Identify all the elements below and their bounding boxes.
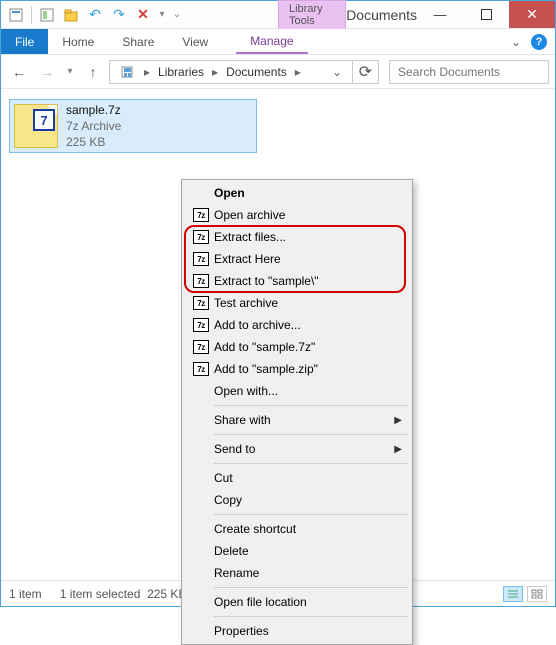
status-item-count: 1 item: [9, 587, 42, 601]
7z-icon: 7z: [193, 274, 209, 288]
file-meta: sample.7z 7z Archive 225 KB: [66, 102, 121, 151]
explorer-window: ↶ ↷ ✕ ▾ ⌄ Library Tools Documents — ✕ Fi…: [0, 0, 556, 607]
refresh-button[interactable]: ⟳: [353, 60, 379, 84]
view-icons-button[interactable]: [527, 586, 547, 602]
menu-open-archive[interactable]: 7zOpen archive: [184, 204, 410, 226]
navigation-bar: ← → ▾ ↑ ▸ Libraries ▸ Documents ▸ ⌄ ⟳ ⌕: [1, 55, 555, 89]
menu-add-to-7z[interactable]: 7zAdd to "sample.7z": [184, 336, 410, 358]
archive-file-icon: 7: [14, 104, 58, 148]
breadcrumb-documents[interactable]: Documents: [220, 65, 293, 79]
7z-icon: 7z: [193, 230, 209, 244]
7z-icon: 7z: [193, 340, 209, 354]
menu-separator: [214, 587, 408, 588]
7z-icon: 7z: [193, 252, 209, 266]
search-input[interactable]: [396, 64, 555, 80]
manage-tab[interactable]: Manage: [236, 29, 307, 54]
maximize-button[interactable]: [463, 1, 509, 28]
window-controls: — ✕: [417, 1, 555, 28]
menu-separator: [214, 463, 408, 464]
menu-separator: [214, 434, 408, 435]
submenu-arrow-icon: ▶: [394, 444, 402, 455]
ribbon-tabs: File Home Share View Manage ⌄ ?: [1, 29, 555, 55]
chevron-right-icon[interactable]: ▸: [142, 65, 152, 79]
menu-open-file-location[interactable]: Open file location: [184, 591, 410, 613]
qat-dropdown-icon[interactable]: ▾: [156, 4, 168, 26]
quick-access-toolbar: ↶ ↷ ✕ ▾ ⌄: [1, 1, 188, 28]
menu-separator: [214, 405, 408, 406]
view-tab[interactable]: View: [168, 29, 222, 54]
qat-app-icon[interactable]: [5, 4, 27, 26]
help-icon[interactable]: ?: [531, 34, 547, 50]
menu-copy[interactable]: Copy: [184, 489, 410, 511]
history-dropdown-icon[interactable]: ▾: [63, 60, 77, 84]
7z-icon: 7z: [193, 296, 209, 310]
menu-delete[interactable]: Delete: [184, 540, 410, 562]
content-area[interactable]: 7 sample.7z 7z Archive 225 KB Open 7zOpe…: [1, 89, 555, 580]
menu-extract-files[interactable]: 7zExtract files...: [184, 226, 410, 248]
menu-add-to-zip[interactable]: 7zAdd to "sample.zip": [184, 358, 410, 380]
breadcrumb-libraries[interactable]: Libraries: [152, 65, 210, 79]
menu-extract-here[interactable]: 7zExtract Here: [184, 248, 410, 270]
ribbon-context-group: Library Tools: [188, 1, 346, 28]
status-selection: 1 item selected 225 KB: [60, 587, 187, 601]
forward-button[interactable]: →: [35, 60, 59, 84]
menu-share-with[interactable]: Share with▶: [184, 409, 410, 431]
menu-create-shortcut[interactable]: Create shortcut: [184, 518, 410, 540]
breadcrumb-dropdown-icon[interactable]: ⌄: [326, 65, 348, 79]
up-button[interactable]: ↑: [81, 60, 105, 84]
breadcrumb-root-icon[interactable]: [114, 65, 142, 79]
file-item[interactable]: 7 sample.7z 7z Archive 225 KB: [9, 99, 257, 153]
menu-open[interactable]: Open: [184, 182, 410, 204]
search-box[interactable]: ⌕: [389, 60, 549, 84]
close-button[interactable]: ✕: [509, 1, 555, 28]
file-name: sample.7z: [66, 102, 121, 118]
context-menu: Open 7zOpen archive 7zExtract files... 7…: [181, 179, 413, 645]
menu-add-to-archive[interactable]: 7zAdd to archive...: [184, 314, 410, 336]
menu-cut[interactable]: Cut: [184, 467, 410, 489]
qat-separator: [31, 6, 32, 24]
file-size: 225 KB: [66, 134, 121, 150]
qat-properties-icon[interactable]: [36, 4, 58, 26]
breadcrumb[interactable]: ▸ Libraries ▸ Documents ▸ ⌄: [109, 60, 353, 84]
7z-icon: 7z: [193, 318, 209, 332]
window-title: Documents: [346, 1, 417, 28]
redo-icon[interactable]: ↷: [108, 4, 130, 26]
ribbon-collapse-icon[interactable]: ⌄: [511, 35, 521, 49]
menu-test-archive[interactable]: 7zTest archive: [184, 292, 410, 314]
ribbon-context-label: Library Tools: [278, 0, 346, 29]
menu-properties[interactable]: Properties: [184, 620, 410, 642]
menu-separator: [214, 616, 408, 617]
menu-send-to[interactable]: Send to▶: [184, 438, 410, 460]
home-tab[interactable]: Home: [48, 29, 108, 54]
menu-rename[interactable]: Rename: [184, 562, 410, 584]
menu-extract-to[interactable]: 7zExtract to "sample\": [184, 270, 410, 292]
chevron-right-icon[interactable]: ▸: [293, 65, 303, 79]
back-button[interactable]: ←: [7, 60, 31, 84]
view-details-button[interactable]: [503, 586, 523, 602]
delete-icon[interactable]: ✕: [132, 4, 154, 26]
qat-newfolder-icon[interactable]: [60, 4, 82, 26]
file-tab[interactable]: File: [1, 29, 48, 54]
file-type: 7z Archive: [66, 118, 121, 134]
minimize-button[interactable]: —: [417, 1, 463, 28]
menu-open-with[interactable]: Open with...: [184, 380, 410, 402]
share-tab[interactable]: Share: [108, 29, 168, 54]
submenu-arrow-icon: ▶: [394, 415, 402, 426]
menu-separator: [214, 514, 408, 515]
7z-icon: 7z: [193, 208, 209, 222]
7z-icon: 7z: [193, 362, 209, 376]
undo-icon[interactable]: ↶: [84, 4, 106, 26]
titlebar: ↶ ↷ ✕ ▾ ⌄ Library Tools Documents — ✕: [1, 1, 555, 29]
chevron-right-icon[interactable]: ▸: [210, 65, 220, 79]
qat-overflow-icon[interactable]: ⌄: [170, 4, 184, 26]
